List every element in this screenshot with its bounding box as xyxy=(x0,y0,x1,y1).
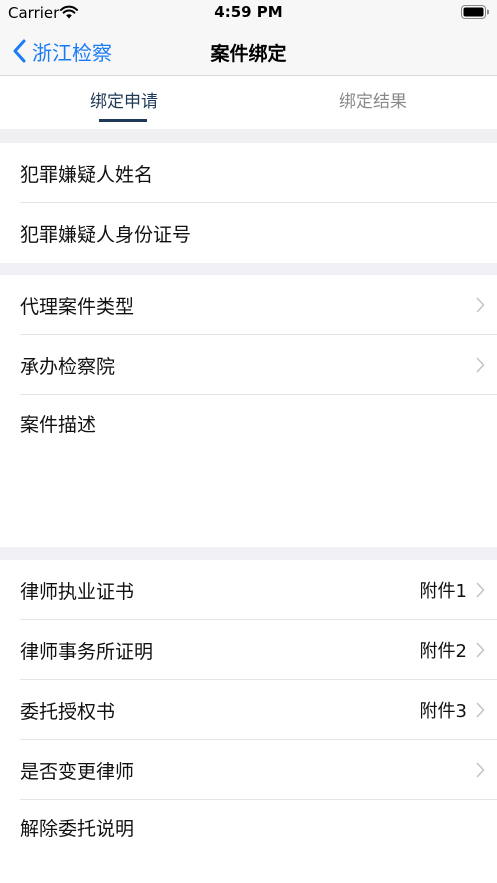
chevron-right-icon xyxy=(476,297,485,313)
license-attachment-value: 附件1 xyxy=(419,581,467,602)
segment-tabs: 绑定申请 绑定结果 xyxy=(0,77,497,129)
termination-note-field[interactable]: 解除委托说明 xyxy=(0,800,497,856)
procuratorate-row[interactable]: 承办检察院 xyxy=(0,335,497,395)
suspect-name-field[interactable]: 犯罪嫌疑人姓名 xyxy=(0,143,497,203)
section-gap xyxy=(0,263,497,275)
power-attachment-value: 附件3 xyxy=(419,701,467,722)
active-tab-indicator xyxy=(99,119,147,122)
chevron-right-icon xyxy=(476,762,485,778)
chevron-right-icon xyxy=(476,702,485,718)
firm-attachment-value: 附件2 xyxy=(419,641,467,662)
back-button-label: 浙江检察 xyxy=(32,40,112,65)
case-description-label: 案件描述 xyxy=(20,414,97,436)
chevron-right-icon xyxy=(476,357,485,373)
status-time: 4:59 PM xyxy=(214,3,283,21)
change-lawyer-row[interactable]: 是否变更律师 xyxy=(0,740,497,800)
change-lawyer-label: 是否变更律师 xyxy=(20,760,135,783)
license-row[interactable]: 律师执业证书 附件1 xyxy=(0,560,497,620)
chevron-left-icon xyxy=(13,39,26,63)
chevron-right-icon xyxy=(476,642,485,658)
firm-certificate-row[interactable]: 律师事务所证明 附件2 xyxy=(0,620,497,680)
termination-note-label: 解除委托说明 xyxy=(20,818,135,840)
status-bar: Carrier 4:59 PM xyxy=(0,0,497,26)
section-gap xyxy=(0,129,497,143)
case-type-label: 代理案件类型 xyxy=(20,295,135,318)
navigation-bar: 浙江检察 案件绑定 xyxy=(0,26,497,76)
suspect-name-label: 犯罪嫌疑人姓名 xyxy=(20,163,154,186)
procuratorate-label: 承办检察院 xyxy=(20,355,116,378)
power-of-attorney-label: 委托授权书 xyxy=(20,700,116,723)
power-of-attorney-row[interactable]: 委托授权书 附件3 xyxy=(0,680,497,740)
suspect-id-field[interactable]: 犯罪嫌疑人身份证号 xyxy=(0,203,497,263)
case-description-textarea[interactable]: 案件描述 xyxy=(0,395,497,547)
suspect-id-label: 犯罪嫌疑人身份证号 xyxy=(20,223,192,246)
tab-binding-result[interactable]: 绑定结果 xyxy=(249,77,497,129)
license-label: 律师执业证书 xyxy=(20,580,135,603)
back-button[interactable]: 浙江检察 xyxy=(12,36,112,66)
case-type-row[interactable]: 代理案件类型 xyxy=(0,275,497,335)
firm-certificate-label: 律师事务所证明 xyxy=(20,640,154,663)
chevron-right-icon xyxy=(476,582,485,598)
battery-icon xyxy=(461,5,489,19)
section-gap xyxy=(0,547,497,560)
